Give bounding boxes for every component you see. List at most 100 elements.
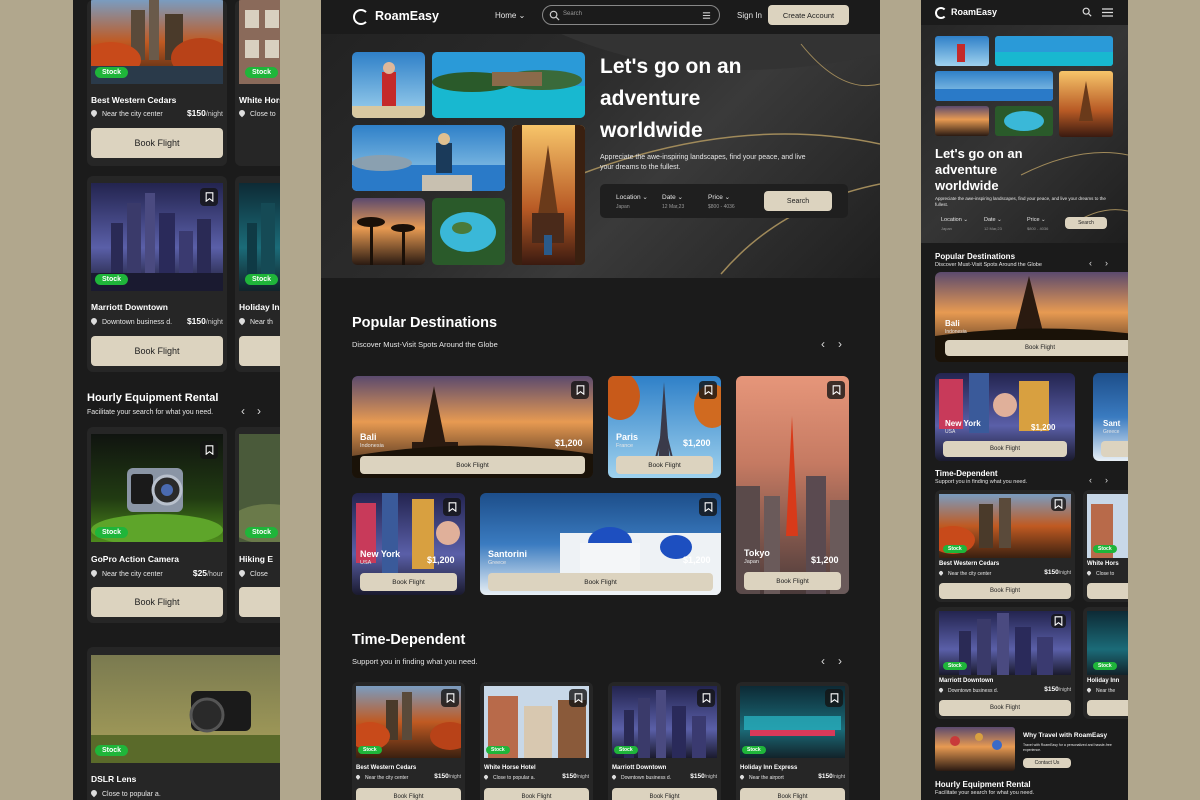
equipment-card[interactable]: Stock DSLR Lens Close to popular a. — [87, 647, 280, 800]
filter-date-label[interactable]: Date ⌄ — [662, 193, 683, 201]
destination-country: USA — [360, 560, 372, 566]
bookmark-icon[interactable] — [697, 689, 715, 707]
next-arrow-icon[interactable]: › — [1105, 258, 1108, 268]
sign-in-link[interactable]: Sign In — [737, 11, 762, 20]
location-pin-icon — [237, 568, 247, 578]
time-card[interactable]: Stock White Horse Hotel Close to popular… — [480, 682, 593, 800]
next-arrow-icon[interactable]: › — [257, 404, 261, 418]
next-arrow-icon[interactable]: › — [1105, 475, 1108, 485]
book-flight-button[interactable] — [1101, 441, 1128, 457]
book-flight-button[interactable]: Book Flight — [945, 340, 1128, 356]
why-title: Why Travel with RoamEasy — [1023, 732, 1108, 739]
book-flight-button[interactable]: Book Flight — [939, 700, 1071, 716]
search-icon[interactable] — [1082, 7, 1092, 17]
time-card[interactable]: Stock Marriott Downtown Downtown busines… — [608, 682, 721, 800]
hotel-card[interactable]: Stock Holiday Inn Near th — [235, 176, 280, 372]
time-card[interactable]: Stock Holiday Inn Express Near the airpo… — [736, 682, 849, 800]
time-card[interactable]: Stock Best Western Cedars Near the city … — [935, 490, 1075, 602]
time-card[interactable]: Stock Marriott Downtown Downtown busines… — [935, 607, 1075, 719]
hotel-card[interactable]: Stock White Hors Close to — [235, 0, 280, 166]
search-button[interactable]: Search — [1065, 217, 1107, 229]
location-pin-icon — [938, 570, 944, 576]
filter-date-label[interactable]: Date ⌄ — [984, 217, 1002, 223]
brand-name[interactable]: RoamEasy — [951, 7, 997, 17]
bookmark-icon[interactable] — [443, 498, 461, 516]
equipment-card[interactable]: Stock Hiking E Close — [235, 427, 280, 623]
prev-arrow-icon[interactable]: ‹ — [1089, 258, 1092, 268]
book-flight-button[interactable]: Book Flight — [612, 788, 717, 800]
book-flight-button[interactable]: Book Flight — [91, 336, 223, 366]
destination-card-santorini[interactable]: Sant Greece — [1093, 373, 1128, 461]
book-flight-button[interactable] — [1087, 583, 1128, 599]
contact-us-button[interactable]: Contact Us — [1023, 758, 1071, 768]
time-card[interactable]: Stock White Hors Close to — [1083, 490, 1128, 602]
book-flight-button[interactable]: Book Flight — [943, 441, 1067, 457]
bookmark-icon[interactable] — [827, 381, 845, 399]
next-arrow-icon[interactable]: › — [838, 654, 842, 668]
bookmark-icon[interactable] — [200, 441, 218, 459]
bookmark-icon[interactable] — [441, 689, 459, 707]
bookmark-icon[interactable] — [1051, 614, 1066, 628]
filter-price-value: $800 - 4036 — [708, 204, 735, 210]
brand-name[interactable]: RoamEasy — [375, 9, 439, 23]
book-flight-button[interactable]: Book Flight — [91, 128, 223, 158]
time-card[interactable]: Stock Best Western Cedars Near the city … — [352, 682, 465, 800]
prev-arrow-icon[interactable]: ‹ — [1089, 475, 1092, 485]
search-placeholder: Search — [563, 11, 583, 17]
search-button[interactable]: Search — [764, 191, 832, 211]
filter-location-label[interactable]: Location ⌄ — [616, 193, 648, 201]
menu-icon[interactable] — [1102, 8, 1113, 17]
book-flight-button[interactable]: Book Flight — [484, 788, 589, 800]
popular-subtitle: Discover Must-Visit Spots Around the Glo… — [935, 262, 1042, 268]
nav-home[interactable]: Home ⌄ — [495, 11, 525, 20]
book-flight-button[interactable] — [239, 336, 280, 366]
time-card[interactable]: Stock Holiday Inn Near the — [1083, 607, 1128, 719]
filter-icon[interactable] — [702, 11, 711, 20]
bookmark-icon[interactable] — [569, 689, 587, 707]
book-flight-button[interactable]: Book Flight — [740, 788, 845, 800]
destination-card-bali[interactable]: Bali Indonesia Book Flight — [935, 272, 1128, 362]
destination-price: $1,200 — [811, 555, 839, 565]
bookmark-icon[interactable] — [825, 689, 843, 707]
hotel-card[interactable]: Stock Best Western Cedars Near the city … — [87, 0, 227, 166]
time-card-location: Near the city center — [355, 774, 408, 781]
book-flight-button[interactable]: Book Flight — [744, 572, 841, 590]
destination-card-santorini[interactable]: Santorini Greece $1,200 Book Flight — [480, 493, 721, 595]
destination-card-paris[interactable]: Paris France $1,200 Book Flight — [608, 376, 721, 478]
next-arrow-icon[interactable]: › — [838, 337, 842, 351]
popular-title: Popular Destinations — [352, 315, 498, 331]
book-flight-button[interactable]: Book Flight — [616, 456, 713, 474]
bookmark-icon[interactable] — [699, 381, 717, 399]
filter-price-label[interactable]: Price ⌄ — [1027, 217, 1046, 223]
destination-card-bali[interactable]: Bali Indonesia $1,200 Book Flight — [352, 376, 593, 478]
book-flight-button[interactable] — [239, 587, 280, 617]
book-flight-button[interactable]: Book Flight — [360, 573, 457, 591]
destination-card-newyork[interactable]: New York USA $1,200 Book Flight — [935, 373, 1075, 461]
bookmark-icon[interactable] — [699, 498, 717, 516]
hero-photo-resort — [995, 36, 1113, 66]
bookmark-icon[interactable] — [571, 381, 589, 399]
book-flight-button[interactable]: Book Flight — [939, 583, 1071, 599]
search-input[interactable]: Search — [542, 5, 720, 25]
filter-location-label[interactable]: Location ⌄ — [941, 217, 968, 223]
book-flight-button[interactable] — [1087, 700, 1128, 716]
hero-subtitle: Appreciate the awe-inspiring landscapes,… — [935, 196, 1106, 207]
destination-card-tokyo[interactable]: Tokyo Japan $1,200 Book Flight — [736, 376, 849, 594]
equipment-card[interactable]: Stock GoPro Action Camera Near the city … — [87, 427, 227, 623]
filter-price-label[interactable]: Price ⌄ — [708, 193, 730, 201]
bookmark-icon[interactable] — [200, 188, 218, 206]
book-flight-button[interactable]: Book Flight — [360, 456, 585, 474]
create-account-button[interactable]: Create Account — [768, 5, 849, 25]
book-flight-button[interactable]: Book Flight — [488, 573, 713, 591]
prev-arrow-icon[interactable]: ‹ — [241, 404, 245, 418]
prev-arrow-icon[interactable]: ‹ — [821, 337, 825, 351]
book-flight-button[interactable]: Book Flight — [91, 587, 223, 617]
mobile-hero: Let's go on an adventure worldwide Appre… — [921, 25, 1128, 243]
prev-arrow-icon[interactable]: ‹ — [821, 654, 825, 668]
book-flight-button[interactable]: Book Flight — [356, 788, 461, 800]
destination-price: $1,200 — [683, 438, 711, 448]
destination-card-newyork[interactable]: New York USA $1,200 Book Flight — [352, 493, 465, 595]
hotel-card[interactable]: Stock Marriott Downtown Downtown busines… — [87, 176, 227, 372]
bookmark-icon[interactable] — [1051, 497, 1066, 511]
time-card-price: $150/night — [690, 773, 717, 780]
